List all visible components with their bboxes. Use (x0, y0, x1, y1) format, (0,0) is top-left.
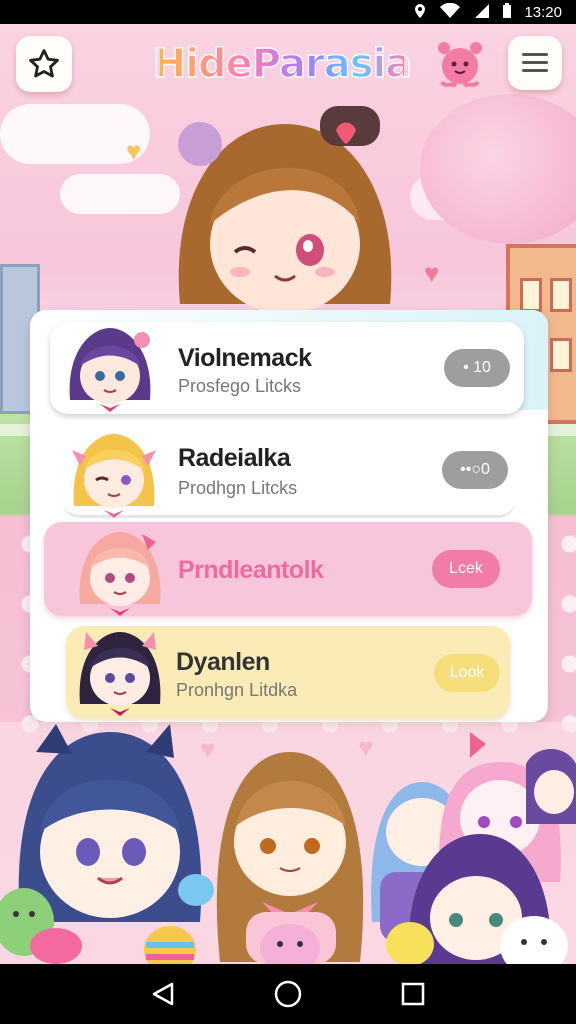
avatar (79, 532, 161, 616)
avatar (72, 434, 156, 518)
character-row[interactable]: Prndleantolk Lcek (44, 522, 532, 616)
back-triangle-icon (152, 982, 173, 1006)
cherry-tree-decoration (420, 94, 576, 244)
character-name: Violnemack (178, 344, 312, 372)
character-group-illustration (0, 722, 576, 964)
menu-button[interactable] (508, 36, 562, 90)
avatar (69, 328, 151, 412)
heart-decoration: ♥ (126, 136, 142, 166)
avatar (79, 632, 161, 716)
wifi-icon (440, 2, 461, 22)
hamburger-menu-icon (522, 53, 548, 72)
character-row[interactable]: Violnemack Prosfego Litcks • 10 (50, 322, 524, 414)
home-button[interactable] (258, 964, 318, 1024)
back-button[interactable] (133, 964, 193, 1024)
location-icon (412, 3, 428, 22)
character-subtitle: Prodhgn Litcks (178, 478, 298, 498)
favorites-button[interactable] (16, 36, 72, 92)
octopus-mascot-icon[interactable] (432, 38, 488, 94)
app-title: HideParasia (152, 36, 413, 92)
character-action-button[interactable]: Lcek (432, 550, 500, 588)
character-action-button[interactable]: ••○0 (442, 451, 508, 489)
home-circle-icon (274, 980, 302, 1008)
character-subtitle: Prosfego Litcks (178, 376, 302, 396)
character-name: Radeialka (178, 444, 291, 472)
character-action-button[interactable]: • 10 (444, 349, 510, 387)
character-row[interactable]: Dyanlen Pronhgn Litdka Look (66, 626, 510, 718)
character-name: Prndleantolk (178, 556, 324, 584)
status-bar: 13:20 (0, 0, 576, 24)
recents-square-icon (402, 982, 425, 1006)
character-name: Dyanlen (176, 648, 270, 676)
system-navigation-bar (0, 964, 576, 1024)
app-screen: HideParasia ♥ ♥ ♥ ♥ (0, 24, 576, 964)
recents-button[interactable] (383, 964, 443, 1024)
signal-icon (472, 3, 490, 22)
character-subtitle: Pronhgn Litdka (176, 680, 298, 700)
character-action-button[interactable]: Look (434, 654, 500, 692)
star-icon (29, 49, 59, 78)
heart-decoration: ♥ (424, 258, 440, 288)
clock-text: 13:20 (524, 3, 562, 21)
character-row[interactable]: Radeialka Prodhgn Litcks ••○0 (62, 424, 516, 518)
featured-character-illustration (178, 106, 392, 334)
battery-icon (502, 2, 512, 22)
